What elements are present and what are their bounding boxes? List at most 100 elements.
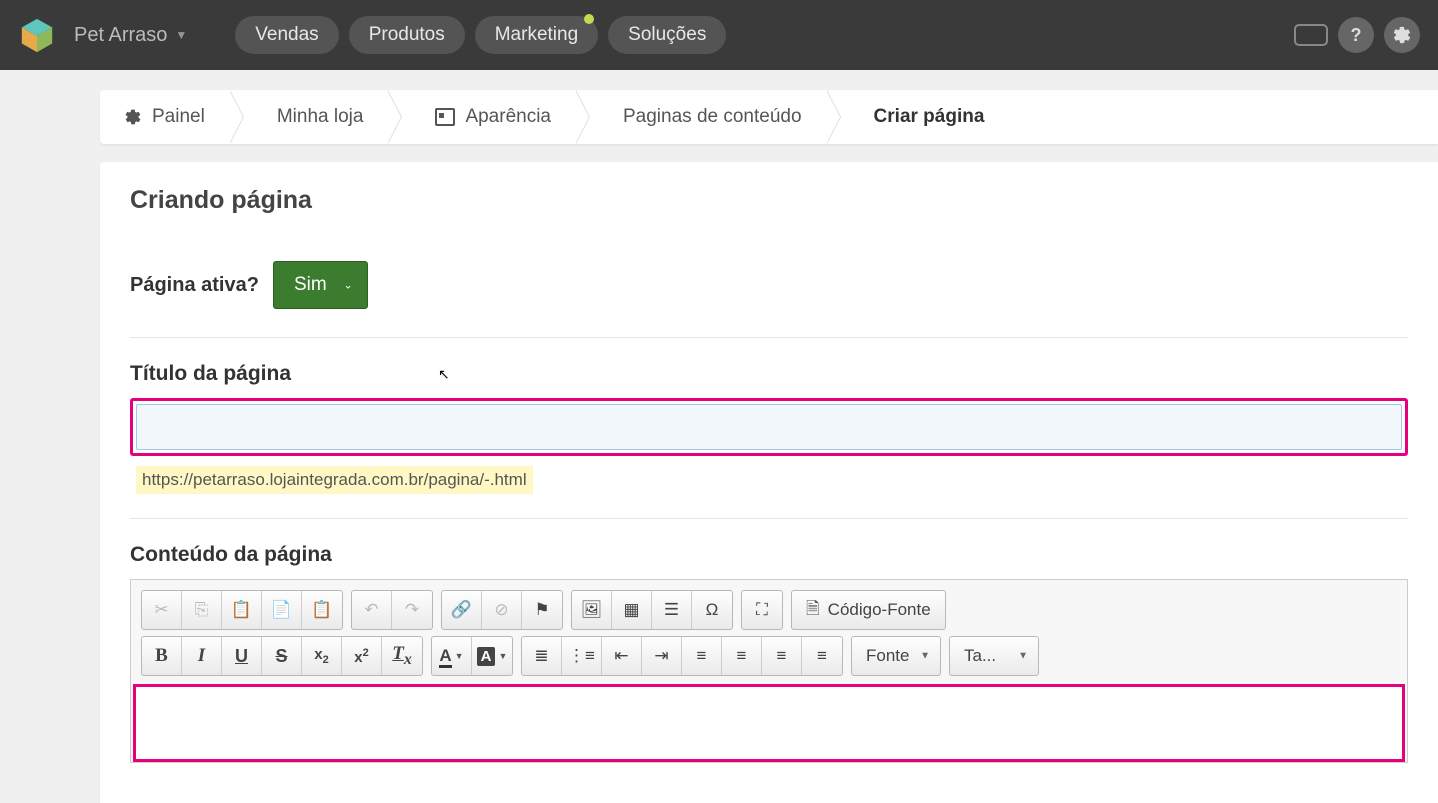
subscript-button[interactable]: x2 xyxy=(302,637,342,675)
strike-button[interactable]: S xyxy=(262,637,302,675)
justify-icon: ≡ xyxy=(817,646,827,666)
italic-icon: I xyxy=(198,645,205,667)
superscript-icon: x2 xyxy=(354,647,368,666)
page-title: Criando página xyxy=(130,186,1408,215)
crumb-minha-loja[interactable]: Minha loja xyxy=(253,90,388,144)
active-row: Página ativa? Sim ⌄ xyxy=(130,249,1408,338)
title-label: Título da página xyxy=(130,362,1408,386)
subscript-icon: x2 xyxy=(314,646,328,666)
screen-icon[interactable] xyxy=(1294,24,1328,46)
bold-icon: B xyxy=(155,645,168,667)
indent-icon: ⇥ xyxy=(654,646,668,666)
crumb-label: Aparência xyxy=(465,106,551,128)
breadcrumb-container: Painel Minha loja Aparência Paginas de c… xyxy=(0,70,1438,144)
paste-button[interactable]: 📋 xyxy=(222,591,262,629)
gear-icon xyxy=(1392,25,1412,45)
font-select-label: Fonte xyxy=(866,646,909,666)
align-right-icon: ≡ xyxy=(777,646,787,666)
bold-button[interactable]: B xyxy=(142,637,182,675)
title-input[interactable] xyxy=(136,404,1402,450)
paste-word-icon: 📋 xyxy=(311,600,332,620)
title-input-highlight xyxy=(130,398,1408,456)
card-body: Página ativa? Sim ⌄ Título da página ↖ h… xyxy=(100,239,1438,803)
ol-button[interactable]: ≣ xyxy=(522,637,562,675)
paste-word-button[interactable]: 📋 xyxy=(302,591,342,629)
rich-text-editor: ✂ ⎘ 📋 📄 📋 ↶ ↷ 🔗 ⊘ xyxy=(130,579,1408,763)
bg-color-button[interactable]: A▼ xyxy=(472,637,512,675)
content-field-block: Conteúdo da página ✂ ⎘ 📋 📄 📋 ↶ xyxy=(130,519,1408,773)
link-button[interactable]: 🔗 xyxy=(442,591,482,629)
toolbar-group-clipboard: ✂ ⎘ 📋 📄 📋 xyxy=(141,590,343,630)
url-hint: https://petarraso.lojaintegrada.com.br/p… xyxy=(136,466,533,494)
card-header: Criando página xyxy=(100,162,1438,239)
cut-icon: ✂ xyxy=(154,600,168,620)
chevron-down-icon: ▼ xyxy=(1018,651,1028,662)
special-char-button[interactable]: Ω xyxy=(692,591,732,629)
font-select[interactable]: Fonte ▼ xyxy=(851,636,941,676)
crumb-painel[interactable]: Painel xyxy=(100,90,229,144)
nav-label: Vendas xyxy=(255,24,318,45)
remove-format-icon: Tx xyxy=(392,643,412,669)
page-form-card: Criando página Página ativa? Sim ⌄ Títul… xyxy=(100,162,1438,803)
align-center-icon: ≡ xyxy=(737,646,747,666)
chevron-down-icon: ▼ xyxy=(498,651,507,661)
nav-label: Produtos xyxy=(369,24,445,45)
outdent-button[interactable]: ⇤ xyxy=(602,637,642,675)
align-left-button[interactable]: ≡ xyxy=(682,637,722,675)
justify-button[interactable]: ≡ xyxy=(802,637,842,675)
nav-vendas[interactable]: Vendas xyxy=(235,16,338,54)
redo-button[interactable]: ↷ xyxy=(392,591,432,629)
cursor-icon: ↖ xyxy=(438,366,450,383)
copy-icon: ⎘ xyxy=(195,600,209,620)
italic-button[interactable]: I xyxy=(182,637,222,675)
copy-button[interactable]: ⎘ xyxy=(182,591,222,629)
align-center-button[interactable]: ≡ xyxy=(722,637,762,675)
align-right-button[interactable]: ≡ xyxy=(762,637,802,675)
content-editor[interactable] xyxy=(133,684,1405,762)
maximize-button[interactable]: ⛶ xyxy=(742,591,782,629)
crumb-separator-icon xyxy=(575,90,599,144)
unlink-button[interactable]: ⊘ xyxy=(482,591,522,629)
hr-icon: ☰ xyxy=(664,600,679,620)
source-label: Código-Fonte xyxy=(828,600,931,620)
chevron-down-icon: ▼ xyxy=(455,651,464,661)
superscript-button[interactable]: x2 xyxy=(342,637,382,675)
undo-button[interactable]: ↶ xyxy=(352,591,392,629)
nav-produtos[interactable]: Produtos xyxy=(349,16,465,54)
chevron-down-icon: ⌄ xyxy=(343,279,352,292)
store-name-dropdown[interactable]: Pet Arraso ▼ xyxy=(74,24,187,47)
text-color-button[interactable]: A▼ xyxy=(432,637,472,675)
crumb-separator-icon xyxy=(229,90,253,144)
active-select[interactable]: Sim ⌄ xyxy=(273,261,368,309)
undo-icon: ↶ xyxy=(364,600,378,620)
cut-button[interactable]: ✂ xyxy=(142,591,182,629)
unordered-list-icon: ⋮≡ xyxy=(568,646,595,666)
image-button[interactable]: 🖼 xyxy=(572,591,612,629)
indent-button[interactable]: ⇥ xyxy=(642,637,682,675)
maximize-icon: ⛶ xyxy=(756,600,768,620)
table-button[interactable]: ▦ xyxy=(612,591,652,629)
link-icon: 🔗 xyxy=(451,600,472,620)
outdent-icon: ⇤ xyxy=(614,646,628,666)
nav-marketing[interactable]: Marketing xyxy=(475,16,598,54)
remove-format-button[interactable]: Tx xyxy=(382,637,422,675)
topbar: Pet Arraso ▼ Vendas Produtos Marketing S… xyxy=(0,0,1438,70)
paste-text-button[interactable]: 📄 xyxy=(262,591,302,629)
crumb-label: Minha loja xyxy=(277,106,364,128)
source-button[interactable]: 🗎 Código-Fonte xyxy=(792,591,945,629)
toolbar-group-source: 🗎 Código-Fonte xyxy=(791,590,946,630)
crumb-paginas-conteudo[interactable]: Paginas de conteúdo xyxy=(599,90,826,144)
help-button[interactable]: ? xyxy=(1338,17,1374,53)
hr-button[interactable]: ☰ xyxy=(652,591,692,629)
nav-solucoes[interactable]: Soluções xyxy=(608,16,726,54)
settings-button[interactable] xyxy=(1384,17,1420,53)
toolbar-group-link: 🔗 ⊘ ⚑ xyxy=(441,590,563,630)
underline-button[interactable]: U xyxy=(222,637,262,675)
ul-button[interactable]: ⋮≡ xyxy=(562,637,602,675)
size-select[interactable]: Ta... ▼ xyxy=(949,636,1039,676)
bg-color-icon: A xyxy=(477,647,496,666)
anchor-button[interactable]: ⚑ xyxy=(522,591,562,629)
nav-label: Soluções xyxy=(628,24,706,45)
crumb-aparencia[interactable]: Aparência xyxy=(411,90,575,144)
omega-icon: Ω xyxy=(706,600,719,620)
